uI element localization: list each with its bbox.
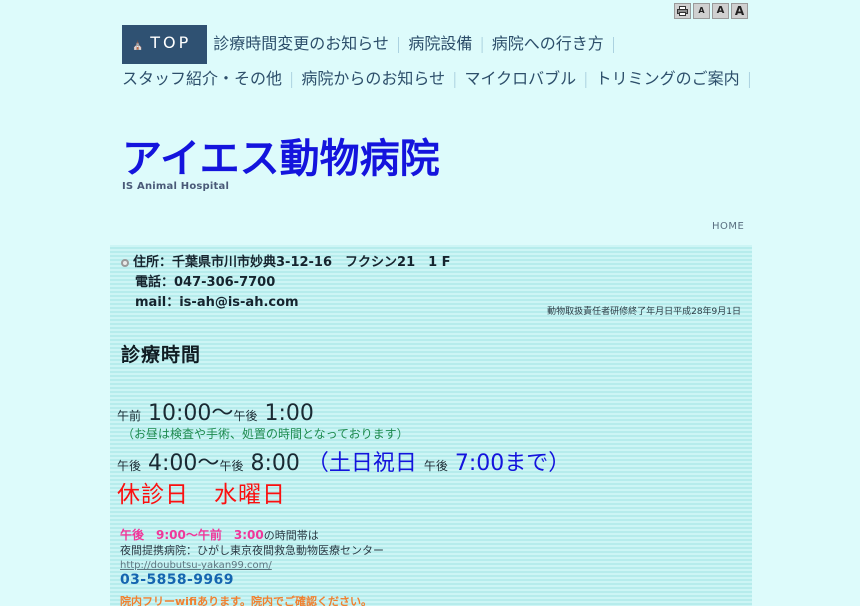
site-title: アイエス動物病院	[122, 136, 440, 182]
nav-item-directions[interactable]: 病院への行き方	[492, 34, 604, 53]
nav-item-trimming[interactable]: トリミングのご案内	[596, 69, 740, 88]
afternoon-prefix-label: 午後	[117, 459, 142, 473]
morning-prefix-label: 午前	[117, 409, 142, 423]
nav-separator: |	[746, 69, 752, 88]
morning-start-time: 10:00	[148, 401, 212, 426]
night-hospital-tel: 03-5858-9969	[120, 572, 234, 588]
nav-item-staff[interactable]: スタッフ紹介・その他	[122, 69, 282, 88]
content-panel: 住所：千葉県市川市妙典3-12-16 フクシン21 1 F 電話：047-306…	[110, 245, 752, 606]
night-hours-suffix: の時間帯は	[263, 529, 319, 542]
print-button[interactable]	[674, 3, 691, 19]
nav-item-hours-change[interactable]: 診療時間変更のお知らせ	[213, 34, 389, 53]
nav-item-microbubble[interactable]: マイクロバブル	[464, 69, 576, 88]
hours-section-heading: 診療時間	[121, 344, 202, 366]
printer-icon	[677, 3, 688, 19]
tilde-separator: 〜	[197, 451, 220, 476]
closed-day-row: 休診日 水曜日	[117, 475, 286, 509]
home-icon: ⛪	[132, 41, 147, 51]
morning-end-label: 午後	[233, 409, 258, 423]
night-hospital-url[interactable]: http://doubutsu-yakan99.com/	[120, 558, 384, 573]
nav-item-announcements[interactable]: 病院からのお知らせ	[301, 69, 445, 88]
weekend-end-time: 7:00まで）	[454, 451, 571, 476]
contact-address-row: 住所：千葉県市川市妙典3-12-16 フクシン21 1 F	[121, 253, 451, 273]
lunch-note: （お昼は検査や手術、処置の時間となっております）	[122, 427, 409, 441]
contact-mail: mail：is-ah@is-ah.com	[135, 295, 299, 310]
nav-top-label: TOP	[150, 33, 192, 52]
contact-block: 住所：千葉県市川市妙典3-12-16 フクシン21 1 F 電話：047-306…	[121, 253, 451, 313]
night-hours-range: 午後 9:00〜午前 3:00	[120, 528, 264, 542]
nav-separator: |	[289, 69, 295, 88]
nav-separator: |	[395, 34, 402, 53]
closed-day-value: 水曜日	[213, 482, 286, 508]
night-hours-row: 午後 9:00〜午前 3:00の時間帯は	[120, 528, 384, 543]
afternoon-start-time: 4:00	[148, 451, 198, 476]
hours-morning: 午前 10:00〜午後 1:00	[117, 395, 314, 427]
nav-item-facilities[interactable]: 病院設備	[408, 34, 472, 53]
closed-label: 休診日	[117, 482, 189, 508]
night-emergency-block: 午後 9:00〜午前 3:00の時間帯は 夜間提携病院：ひがし東京夜間救急動物医…	[120, 528, 384, 588]
wifi-note: 院内フリーwifiあります。院内でご確認ください。	[120, 595, 372, 606]
night-partner-hospital: 夜間提携病院：ひがし東京夜間救急動物医療センター	[120, 544, 384, 557]
contact-phone: 電話：047-306-7700	[135, 275, 276, 290]
tilde-separator: 〜	[211, 401, 234, 426]
nav-separator: |	[610, 34, 617, 53]
afternoon-end-label: 午後	[219, 459, 244, 473]
site-subtitle: IS Animal Hospital	[122, 181, 230, 192]
nav-separator: |	[583, 69, 589, 88]
license-note: 動物取扱責任者研修終了年月日平成28年9月1日	[547, 307, 741, 317]
font-size-large-button[interactable]: A	[731, 3, 748, 19]
nav-item-top[interactable]: ⛪ TOP	[122, 25, 208, 64]
utility-bar: A A A	[674, 3, 748, 19]
font-size-small-button[interactable]: A	[693, 3, 710, 19]
contact-address: 住所：千葉県市川市妙典3-12-16 フクシン21 1 F	[133, 255, 451, 270]
breadcrumb-home-link[interactable]: HOME	[712, 221, 744, 232]
weekend-open-label: （土日祝日	[306, 451, 417, 476]
afternoon-end-time: 8:00	[250, 451, 300, 476]
main-navigation: ⛪ TOP 診療時間変更のお知らせ | 病院設備 | 病院への行き方 | スタッフ紹介・その他 |…	[122, 25, 762, 94]
font-size-medium-button[interactable]: A	[712, 3, 729, 19]
nav-separator: |	[479, 34, 485, 53]
weekend-period-label: 午後	[423, 459, 448, 473]
hours-afternoon: 午後 4:00〜午後 8:00 （土日祝日 午後 7:00まで）	[117, 445, 570, 477]
nav-separator: |	[452, 69, 458, 88]
morning-end-time: 1:00	[264, 401, 314, 426]
breadcrumb: HOME	[712, 221, 744, 232]
bullet-icon	[121, 258, 129, 267]
